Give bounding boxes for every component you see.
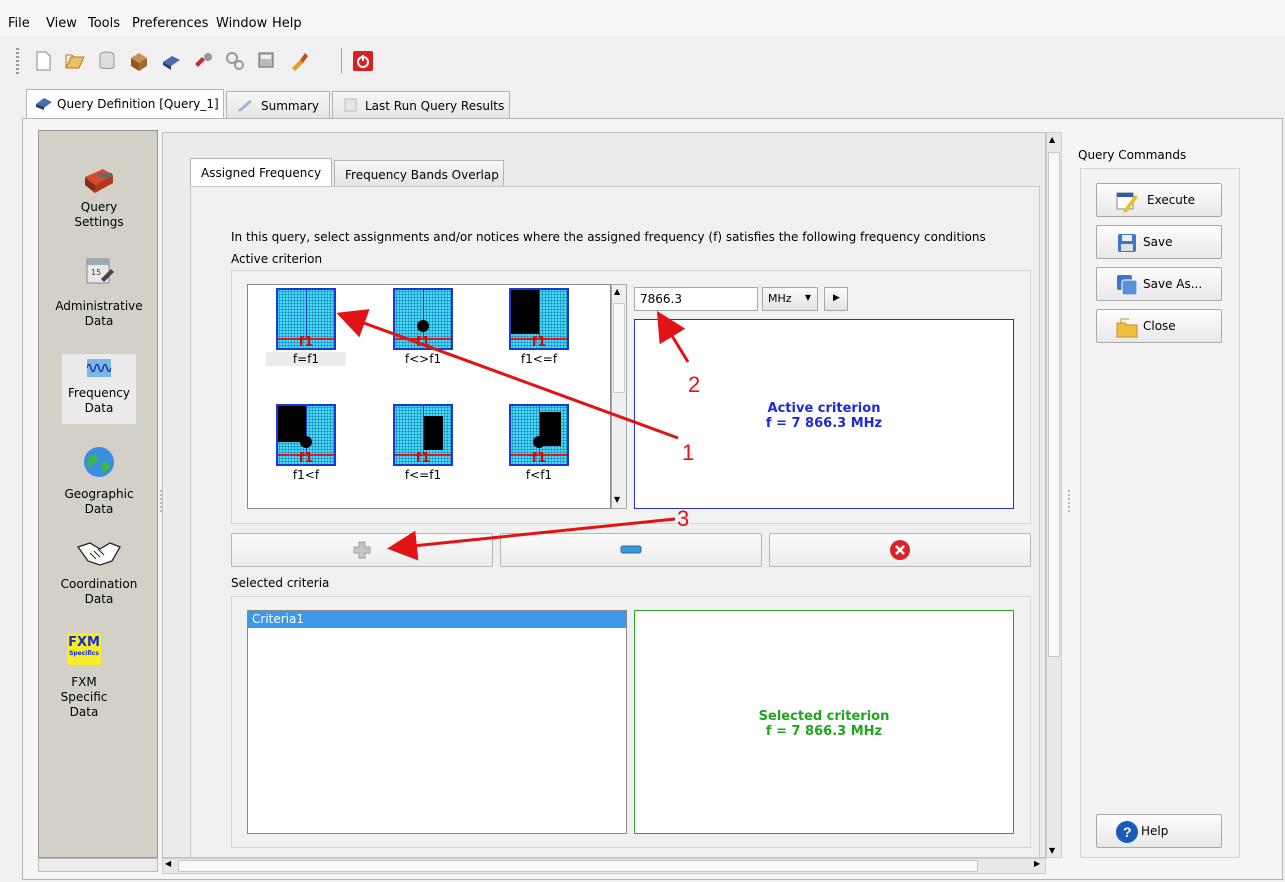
query-icon [36, 98, 52, 110]
tab-query-definition[interactable]: Query Definition [Query_1] [26, 89, 224, 118]
annotation-arrow-3 [387, 517, 676, 561]
tab-label: Query Definition [Query_1] [57, 97, 219, 111]
tab-assigned-frequency[interactable]: Assigned Frequency [190, 158, 332, 186]
annotation-arrow-2 [656, 310, 690, 363]
annotation-label-1: 1 [682, 440, 695, 465]
annotation-label-2: 2 [688, 372, 701, 397]
annotation-arrows [336, 309, 690, 561]
annotation-label-3: 3 [677, 506, 690, 531]
annotation-arrow-1 [336, 309, 679, 440]
